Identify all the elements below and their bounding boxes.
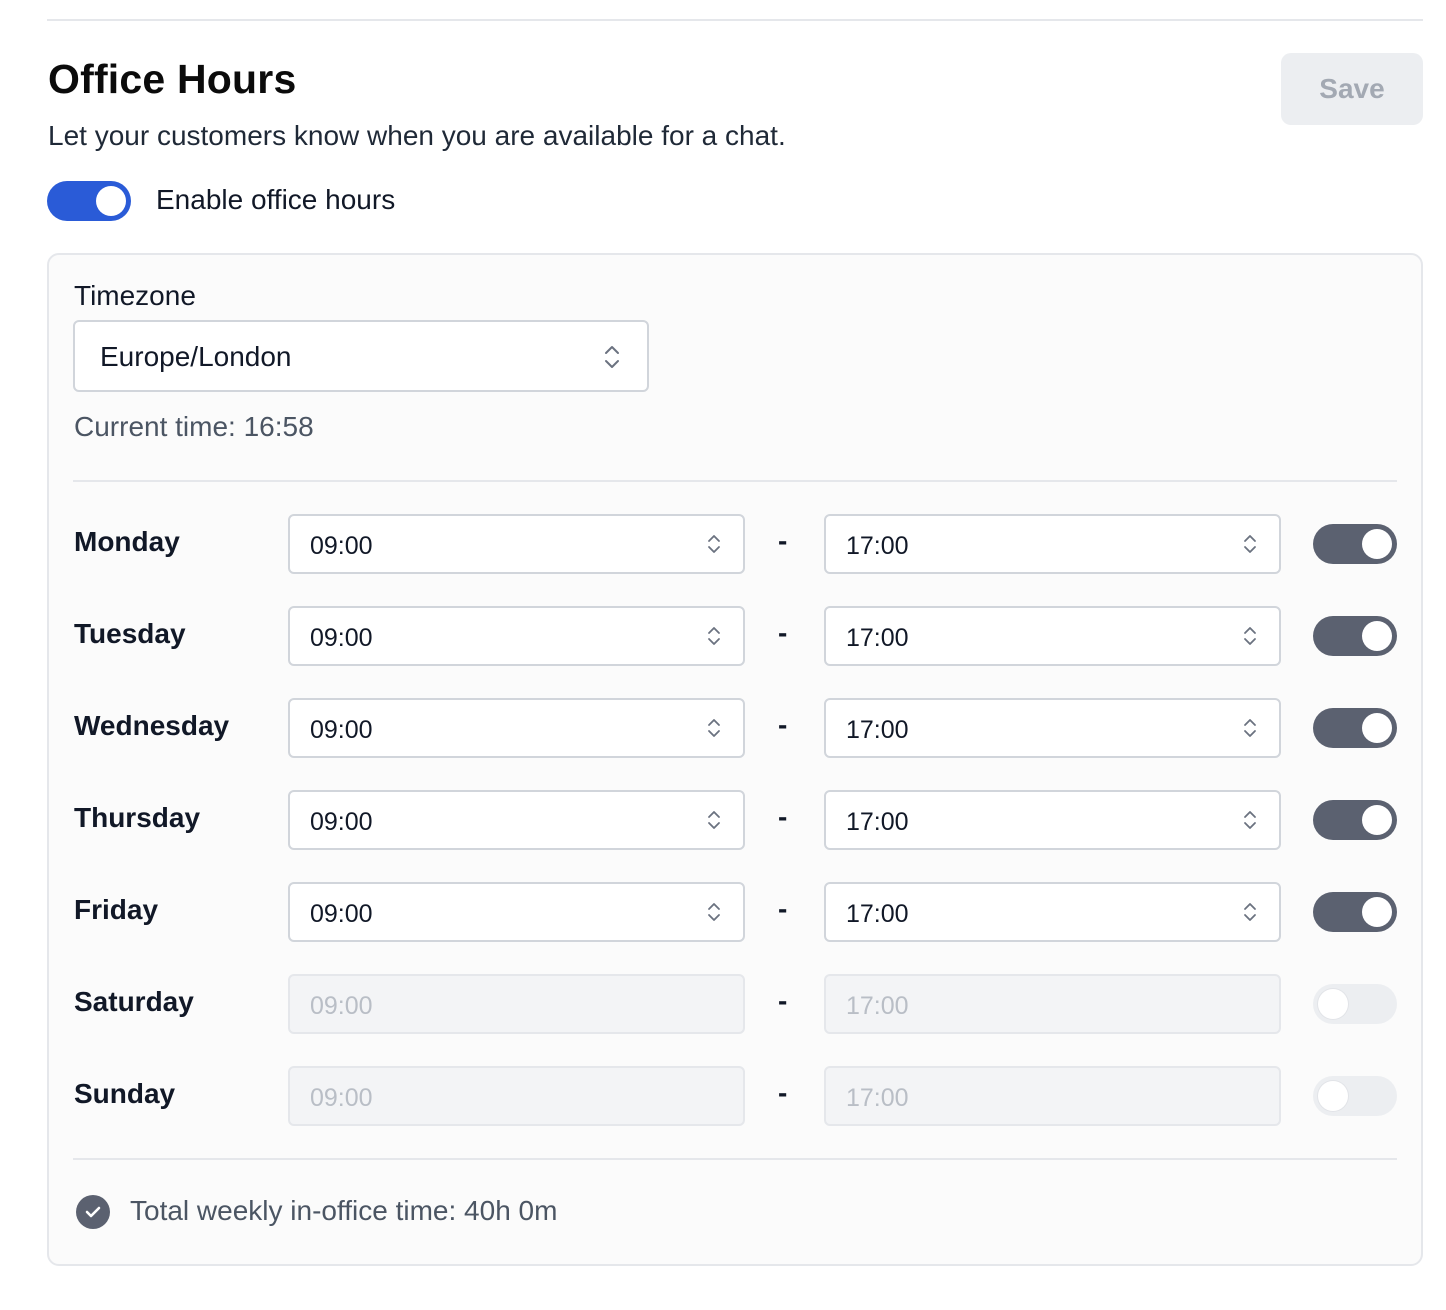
day-enabled-toggle[interactable] [1313,1076,1397,1116]
schedule-divider-top [73,480,1397,482]
toggle-knob [1318,989,1348,1019]
current-time: Current time: 16:58 [74,411,314,442]
start-time-select[interactable]: 09:00 [288,514,745,574]
toggle-knob [1362,897,1392,927]
day-name: Thursday [74,802,201,833]
chevron-up-down-icon [1244,903,1256,921]
day-enabled-toggle[interactable] [1313,984,1397,1024]
chevron-up-down-icon [708,811,720,829]
day-row-sunday: Sunday 09:00 - 17:00 [0,1066,1446,1126]
toggle-knob [1362,805,1392,835]
day-row-saturday: Saturday 09:00 - 17:00 [0,974,1446,1034]
check-circle-icon [76,1195,110,1229]
day-row-friday: Friday 09:00 - 17:00 [0,882,1446,942]
day-row-tuesday: Tuesday 09:00 - 17:00 [0,606,1446,666]
page-title: Office Hours [48,56,297,102]
time-separator: - [778,893,788,924]
chevron-up-down-icon [708,903,720,921]
save-button[interactable]: Save [1281,53,1423,125]
day-name: Sunday [74,1078,176,1109]
time-separator: - [778,985,788,1016]
day-name: Monday [74,526,180,557]
end-time-select[interactable]: 17:00 [824,514,1281,574]
page-subtitle: Let your customers know when you are ava… [48,120,786,151]
toggle-knob [1362,529,1392,559]
timezone-select[interactable]: Europe/London [73,320,649,392]
toggle-knob [1362,621,1392,651]
time-separator: - [778,617,788,648]
end-time-value: 17:00 [846,624,909,652]
enable-office-hours-toggle[interactable] [47,181,131,221]
top-divider [47,19,1423,21]
end-time-select[interactable]: 17:00 [824,974,1281,1034]
weekly-total: Total weekly in-office time: 40h 0m [130,1195,558,1226]
enable-office-hours-label: Enable office hours [156,184,396,215]
toggle-knob [1318,1081,1348,1111]
time-separator: - [778,1077,788,1108]
toggle-knob [1362,713,1392,743]
start-time-value: 09:00 [310,1084,373,1112]
start-time-select[interactable]: 09:00 [288,790,745,850]
day-row-wednesday: Wednesday 09:00 - 17:00 [0,698,1446,758]
chevron-up-down-icon [1244,719,1256,737]
day-enabled-toggle[interactable] [1313,524,1397,564]
time-separator: - [778,801,788,832]
start-time-value: 09:00 [310,992,373,1020]
end-time-select[interactable]: 17:00 [824,790,1281,850]
start-time-select[interactable]: 09:00 [288,1066,745,1126]
start-time-value: 09:00 [310,808,373,836]
chevron-up-down-icon [605,346,619,368]
day-name: Saturday [74,986,194,1017]
start-time-select[interactable]: 09:00 [288,974,745,1034]
end-time-value: 17:00 [846,1084,909,1112]
end-time-value: 17:00 [846,900,909,928]
end-time-value: 17:00 [846,532,909,560]
time-separator: - [778,525,788,556]
day-enabled-toggle[interactable] [1313,616,1397,656]
chevron-up-down-icon [1244,811,1256,829]
timezone-value: Europe/London [100,341,292,372]
chevron-up-down-icon [708,719,720,737]
day-row-monday: Monday 09:00 - 17:00 [0,514,1446,574]
day-row-thursday: Thursday 09:00 - 17:00 [0,790,1446,850]
chevron-up-down-icon [1244,535,1256,553]
start-time-select[interactable]: 09:00 [288,606,745,666]
day-enabled-toggle[interactable] [1313,800,1397,840]
chevron-up-down-icon [708,627,720,645]
start-time-select[interactable]: 09:00 [288,882,745,942]
schedule-divider-bottom [73,1158,1397,1160]
end-time-select[interactable]: 17:00 [824,1066,1281,1126]
day-name: Wednesday [74,710,230,741]
day-name: Friday [74,894,159,925]
time-separator: - [778,709,788,740]
day-enabled-toggle[interactable] [1313,708,1397,748]
timezone-label: Timezone [74,280,196,311]
day-enabled-toggle[interactable] [1313,892,1397,932]
end-time-value: 17:00 [846,716,909,744]
start-time-value: 09:00 [310,624,373,652]
chevron-up-down-icon [1244,627,1256,645]
day-name: Tuesday [74,618,186,649]
start-time-select[interactable]: 09:00 [288,698,745,758]
start-time-value: 09:00 [310,900,373,928]
start-time-value: 09:00 [310,532,373,560]
end-time-value: 17:00 [846,992,909,1020]
end-time-select[interactable]: 17:00 [824,606,1281,666]
end-time-select[interactable]: 17:00 [824,698,1281,758]
chevron-up-down-icon [708,535,720,553]
end-time-select[interactable]: 17:00 [824,882,1281,942]
end-time-value: 17:00 [846,808,909,836]
toggle-knob [96,186,126,216]
start-time-value: 09:00 [310,716,373,744]
